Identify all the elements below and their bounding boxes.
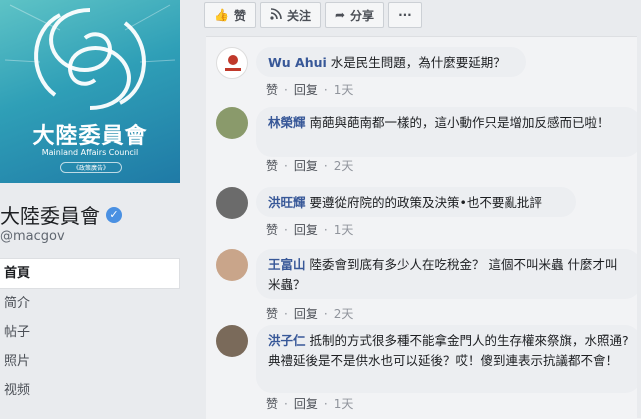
comment-reply-link[interactable]: 回复: [294, 307, 318, 321]
like-button[interactable]: 👍 赞: [204, 2, 256, 28]
comment-text: 南葩與葩南都一樣的，這小動作只是增加反感而已啦！: [309, 115, 610, 130]
comment-like-link[interactable]: 赞: [266, 307, 278, 321]
share-button[interactable]: ➦ 分享: [324, 2, 385, 28]
follow-button[interactable]: 关注: [259, 2, 321, 28]
comment-item: 洪旺輝 要遵從府院的的政策及決策•也不要亂批評 赞 · 回复 · 1天: [216, 187, 636, 243]
more-label: ···: [398, 8, 412, 22]
comment-author[interactable]: Wu Ahui: [268, 55, 327, 70]
avatar[interactable]: [216, 249, 248, 281]
comment-text: 要遵從府院的的政策及決策•也不要亂批評: [309, 195, 542, 210]
comment-reply-link[interactable]: 回复: [294, 223, 318, 237]
comment-time[interactable]: 1天: [334, 83, 354, 97]
comment-list: Wu Ahui 水是民生問題，為什麼要延期？ 赞 · 回复 · 1天 林榮輝 南葩與葩南都一…: [206, 36, 641, 419]
avatar[interactable]: [216, 47, 248, 79]
comment-bubble: 洪旺輝 要遵從府院的的政策及決策•也不要亂批評: [256, 187, 576, 217]
nav-item-posts[interactable]: 帖子: [0, 318, 180, 347]
share-arrow-icon: ➦: [334, 8, 346, 22]
share-label: 分享: [350, 8, 375, 23]
nav-item-videos[interactable]: 视频: [0, 376, 180, 405]
comment-item: 林榮輝 南葩與葩南都一樣的，這小動作只是增加反感而已啦！ 赞 · 回复 · 2天: [216, 107, 641, 179]
rss-icon: [270, 7, 282, 23]
cover-title: 大陸委員會: [32, 124, 148, 149]
comment-text: 陸委會到底有多少人在吃稅金？ 這個不叫米蟲 什麼才叫米蟲？: [268, 257, 618, 292]
comment-like-link[interactable]: 赞: [266, 83, 278, 97]
comment-bubble: 王富山 陸委會到底有多少人在吃稅金？ 這個不叫米蟲 什麼才叫米蟲？: [256, 249, 641, 299]
nav-item-home[interactable]: 首頁: [0, 258, 180, 289]
comment-meta: 赞 · 回复 · 1天: [266, 397, 354, 411]
comment-author[interactable]: 王富山: [268, 257, 306, 272]
page-name: 大陸委員會: [0, 204, 100, 228]
scrollbar[interactable]: [637, 36, 641, 418]
avatar[interactable]: [216, 107, 248, 139]
nav-item-about[interactable]: 简介: [0, 289, 180, 318]
comment-bubble: 洪子仁 抵制的方式很多種不能拿金門人的生存權來祭旗，水照通?典禮延後是不是供水也可…: [256, 325, 641, 393]
cover-subtitle: Mainland Affairs Council: [41, 148, 139, 157]
comment-reply-link[interactable]: 回复: [294, 159, 318, 173]
comment-bubble: Wu Ahui 水是民生問題，為什麼要延期？: [256, 47, 526, 77]
comment-item: 王富山 陸委會到底有多少人在吃稅金？ 這個不叫米蟲 什麼才叫米蟲？ 赞 · 回复 · 2天: [216, 249, 641, 321]
follow-label: 关注: [286, 8, 311, 23]
page-title[interactable]: 大陸委員會 ✓: [0, 200, 122, 229]
comment-bubble: 林榮輝 南葩與葩南都一樣的，這小動作只是增加反感而已啦！: [256, 107, 641, 157]
comment-time[interactable]: 1天: [334, 223, 354, 237]
comment-author[interactable]: 洪子仁: [268, 333, 306, 348]
comment-meta: 赞 · 回复 · 2天: [266, 159, 354, 173]
comment-time[interactable]: 2天: [334, 307, 354, 321]
comment-reply-link[interactable]: 回复: [294, 83, 318, 97]
cover-photo[interactable]: 大陸委員會 Mainland Affairs Council 《政策廣告》: [0, 0, 180, 183]
page-nav: 首頁 简介 帖子 照片 视频: [0, 258, 180, 405]
comment-text: 水是民生問題，為什麼要延期？: [330, 55, 506, 70]
thumbs-up-icon: 👍: [214, 8, 229, 22]
comment-like-link[interactable]: 赞: [266, 397, 278, 411]
comment-author[interactable]: 洪旺輝: [268, 195, 306, 210]
comment-like-link[interactable]: 赞: [266, 223, 278, 237]
comment-item: Wu Ahui 水是民生問題，為什麼要延期？ 赞 · 回复 · 1天: [216, 47, 636, 107]
comment-time[interactable]: 1天: [334, 397, 354, 411]
comment-item: 洪子仁 抵制的方式很多種不能拿金門人的生存權來祭旗，水照通?典禮延後是不是供水也可…: [216, 325, 641, 417]
page-handle[interactable]: @macgov: [0, 229, 65, 244]
comment-time[interactable]: 2天: [334, 159, 354, 173]
page-sidebar: 大陸委員會 Mainland Affairs Council 《政策廣告》 大陸…: [0, 0, 188, 418]
cover-tag: 《政策廣告》: [60, 162, 122, 173]
page-action-bar: 👍 赞 关注 ➦ 分享 ···: [204, 2, 426, 28]
more-options-button[interactable]: ···: [388, 2, 422, 28]
nav-item-photos[interactable]: 照片: [0, 347, 180, 376]
comment-meta: 赞 · 回复 · 1天: [266, 83, 354, 97]
avatar[interactable]: [216, 187, 248, 219]
comment-reply-link[interactable]: 回复: [294, 397, 318, 411]
comment-meta: 赞 · 回复 · 2天: [266, 307, 354, 321]
comment-meta: 赞 · 回复 · 1天: [266, 223, 354, 237]
comment-like-link[interactable]: 赞: [266, 159, 278, 173]
avatar[interactable]: [216, 325, 248, 357]
comment-author[interactable]: 林榮輝: [268, 115, 306, 130]
verified-badge-icon: ✓: [106, 206, 122, 223]
comment-text: 抵制的方式很多種不能拿金門人的生存權來祭旗，水照通?典禮延後是不是供水也可以延後…: [268, 333, 629, 368]
like-label: 赞: [233, 8, 246, 23]
